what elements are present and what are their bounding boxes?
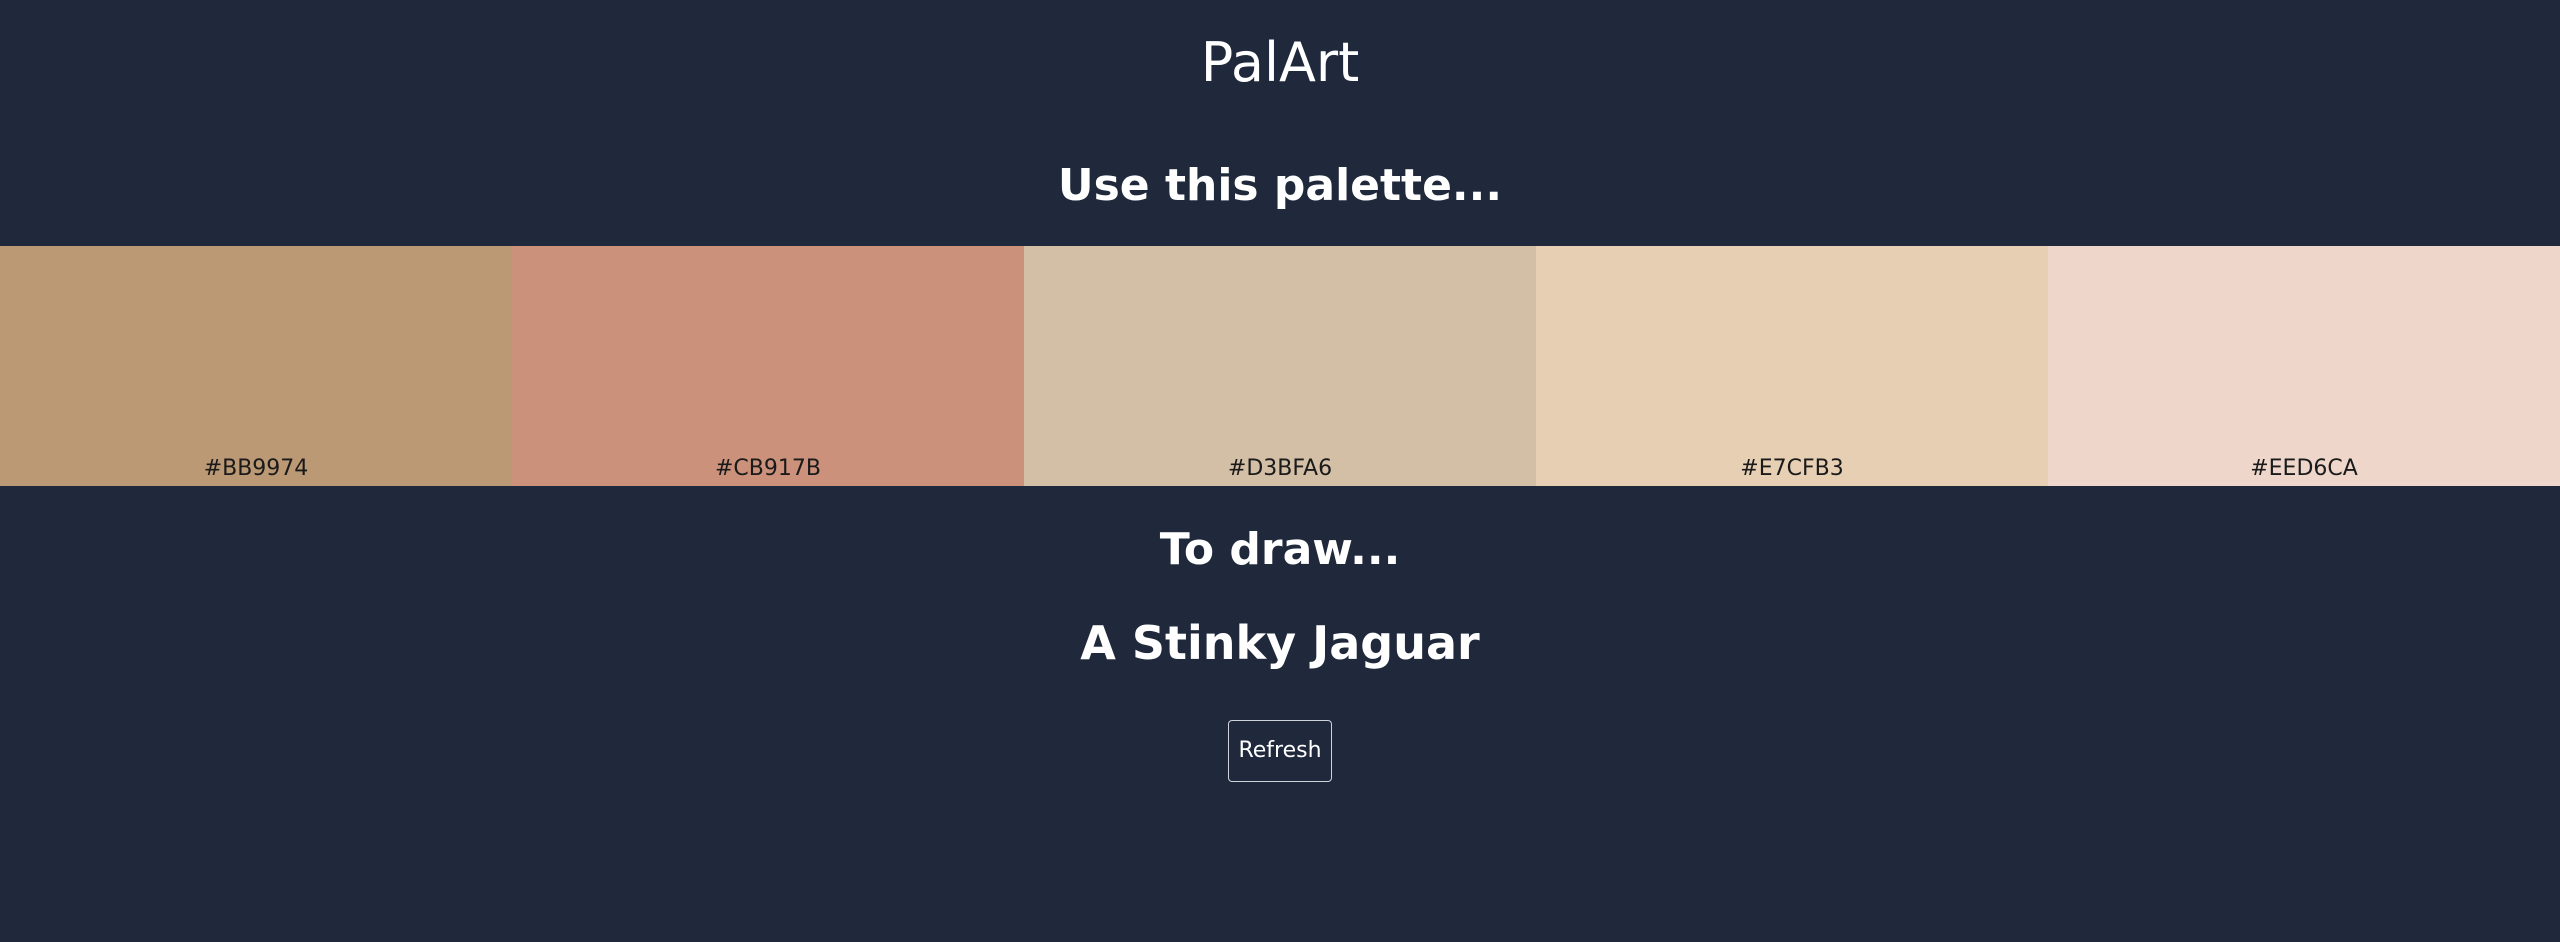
- color-swatch-1: #BB9974: [0, 246, 512, 486]
- palette-heading: Use this palette...: [1057, 160, 1503, 211]
- drawing-prompt: A Stinky Jaguar: [1080, 616, 1480, 670]
- color-palette: #BB9974 #CB917B #D3BFA6 #E7CFB3 #EED6CA: [0, 246, 2560, 486]
- swatch-hex-label: #BB9974: [203, 456, 309, 481]
- swatch-hex-label: #EED6CA: [2250, 456, 2358, 481]
- swatch-hex-label: #D3BFA6: [1227, 456, 1333, 481]
- refresh-container: Refresh: [0, 720, 2560, 782]
- app-root: PalArt Use this palette... #BB9974 #CB91…: [0, 0, 2560, 942]
- swatch-hex-label: #E7CFB3: [1740, 456, 1844, 481]
- color-swatch-5: #EED6CA: [2048, 246, 2560, 486]
- swatch-hex-label: #CB917B: [715, 456, 821, 481]
- color-swatch-4: #E7CFB3: [1536, 246, 2048, 486]
- color-swatch-2: #CB917B: [512, 246, 1024, 486]
- app-title: PalArt: [1200, 31, 1360, 94]
- draw-heading: To draw...: [1159, 524, 1401, 575]
- color-swatch-3: #D3BFA6: [1024, 246, 1536, 486]
- refresh-button[interactable]: Refresh: [1228, 720, 1332, 782]
